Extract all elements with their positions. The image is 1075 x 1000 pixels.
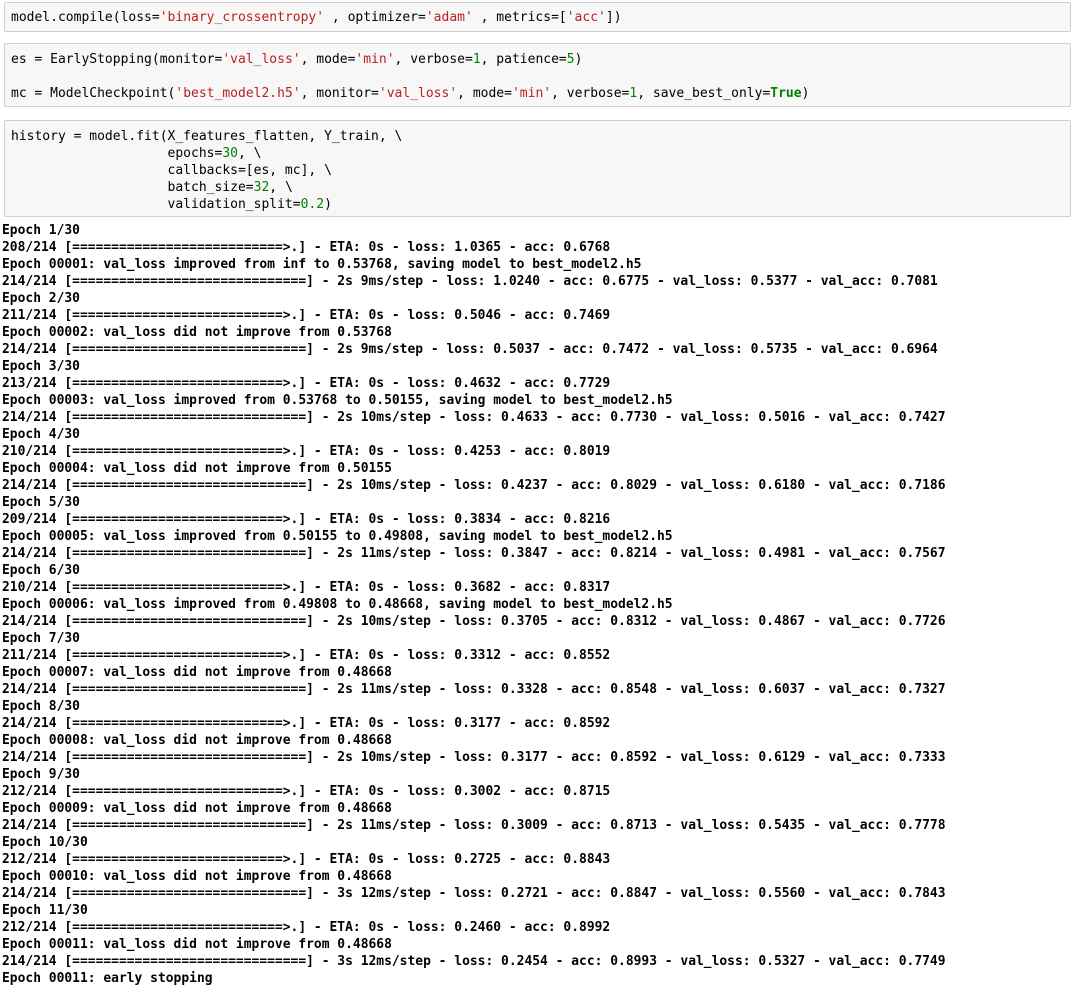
code-token: 'adam' xyxy=(425,10,473,25)
code-token: , mode= xyxy=(457,86,512,101)
code-token: , patience= xyxy=(480,52,567,67)
code-token: 32 xyxy=(253,180,270,195)
code-token: 'best_model2.h5' xyxy=(175,86,301,101)
code-token: ]) xyxy=(605,10,622,25)
output-line: Epoch 6/30 xyxy=(2,563,80,578)
code-token: 'binary_crossentropy' xyxy=(159,10,325,25)
code-line: validation_split=0.2) xyxy=(11,196,1064,213)
output-line: 214/214 [==============================]… xyxy=(2,682,946,697)
output-line: Epoch 00011: val_loss did not improve fr… xyxy=(2,937,392,952)
output-line: 210/214 [===========================>.] … xyxy=(2,444,611,459)
code-token: , monitor= xyxy=(300,86,379,101)
code-line: callbacks=[es, mc], \ xyxy=(11,162,1064,179)
code-token: validation_split= xyxy=(11,197,301,212)
output-line: Epoch 10/30 xyxy=(2,835,88,850)
output-line: Epoch 00005: val_loss improved from 0.50… xyxy=(2,529,673,544)
output-line: 214/214 [==============================]… xyxy=(2,274,938,289)
output-line: Epoch 00001: val_loss improved from inf … xyxy=(2,257,642,272)
code-token: model.compile(loss= xyxy=(11,10,160,25)
output-line: Epoch 00007: val_loss did not improve fr… xyxy=(2,665,392,680)
code-token: callbacks=[es, mc], \ xyxy=(11,163,332,178)
output-line: 214/214 [==============================]… xyxy=(2,954,946,969)
code-token: 30 xyxy=(222,146,238,161)
output-line: 214/214 [==============================]… xyxy=(2,410,946,425)
code-token: epochs= xyxy=(11,146,223,161)
code-token: , optimizer= xyxy=(324,10,426,25)
output-line: 212/214 [===========================>.] … xyxy=(2,920,611,935)
code-line: es = EarlyStopping(monitor='val_loss', m… xyxy=(11,51,1064,68)
code-token: 'min' xyxy=(511,86,552,101)
output-line: Epoch 3/30 xyxy=(2,359,80,374)
output-line: 212/214 [===========================>.] … xyxy=(2,784,611,799)
code-token: history = model.fit(X_features_flatten, … xyxy=(11,129,403,144)
output-line: Epoch 00008: val_loss did not improve fr… xyxy=(2,733,392,748)
code-token: 'min' xyxy=(355,52,395,67)
output-line: Epoch 00002: val_loss did not improve fr… xyxy=(2,325,392,340)
code-token: ) xyxy=(801,86,810,101)
code-token: 'acc' xyxy=(566,10,606,25)
code-line: history = model.fit(X_features_flatten, … xyxy=(11,128,1064,145)
code-line: model.compile(loss='binary_crossentropy'… xyxy=(11,9,1064,26)
code-token: True xyxy=(770,86,802,101)
code-token: , \ xyxy=(237,146,262,161)
output-line: 214/214 [==============================]… xyxy=(2,886,946,901)
output-line: 214/214 [==============================]… xyxy=(2,614,946,629)
code-token: es = EarlyStopping(monitor= xyxy=(11,52,223,67)
code-token: batch_size= xyxy=(11,180,254,195)
code-token: , \ xyxy=(269,180,293,195)
output-line: Epoch 00010: val_loss did not improve fr… xyxy=(2,869,392,884)
output-line: 214/214 [==============================]… xyxy=(2,750,946,765)
output-line: Epoch 11/30 xyxy=(2,903,88,918)
output-line: 212/214 [===========================>.] … xyxy=(2,852,611,867)
code-token: 0.2 xyxy=(300,197,325,212)
output-line: Epoch 00004: val_loss did not improve fr… xyxy=(2,461,392,476)
output-line: 213/214 [===========================>.] … xyxy=(2,376,611,391)
output-line: Epoch 8/30 xyxy=(2,699,80,714)
code-token: ) xyxy=(324,197,332,212)
code-token: , mode= xyxy=(300,52,356,67)
output-line: 214/214 [===========================>.] … xyxy=(2,716,611,731)
output-line: 211/214 [===========================>.] … xyxy=(2,308,611,323)
output-line: Epoch 9/30 xyxy=(2,767,80,782)
code-cell-fit[interactable]: history = model.fit(X_features_flatten, … xyxy=(4,120,1071,217)
code-cell-compile[interactable]: model.compile(loss='binary_crossentropy'… xyxy=(4,2,1071,32)
output-line: Epoch 1/30 xyxy=(2,223,80,238)
output-line: Epoch 4/30 xyxy=(2,427,80,442)
output-line: Epoch 00011: early stopping xyxy=(2,971,213,986)
output-line: 214/214 [==============================]… xyxy=(2,342,938,357)
output-line: Epoch 2/30 xyxy=(2,291,80,306)
code-line: epochs=30, \ xyxy=(11,145,1064,162)
output-line: 208/214 [===========================>.] … xyxy=(2,240,611,255)
code-cell-callbacks[interactable]: es = EarlyStopping(monitor='val_loss', m… xyxy=(4,43,1071,107)
code-token: mc = ModelCheckpoint( xyxy=(11,86,176,101)
output-line: 211/214 [===========================>.] … xyxy=(2,648,611,663)
code-token: , verbose= xyxy=(551,86,630,101)
training-output: Epoch 1/30 208/214 [=====================… xyxy=(2,222,1072,987)
output-line: 214/214 [==============================]… xyxy=(2,478,946,493)
output-line: 210/214 [===========================>.] … xyxy=(2,580,611,595)
output-line: Epoch 7/30 xyxy=(2,631,80,646)
code-token: 'val_loss' xyxy=(222,52,301,67)
output-line: 214/214 [==============================]… xyxy=(2,546,946,561)
output-line: 214/214 [==============================]… xyxy=(2,818,946,833)
code-token: 1 xyxy=(472,52,481,67)
code-token: ) xyxy=(574,52,583,67)
output-line: Epoch 00009: val_loss did not improve fr… xyxy=(2,801,392,816)
output-line: Epoch 00006: val_loss improved from 0.49… xyxy=(2,597,673,612)
code-token: 'val_loss' xyxy=(378,86,458,101)
output-line: Epoch 5/30 xyxy=(2,495,80,510)
code-token: , metrics=[ xyxy=(472,10,567,25)
code-token: , save_best_only= xyxy=(637,86,771,101)
output-line: Epoch 00003: val_loss improved from 0.53… xyxy=(2,393,673,408)
code-line: mc = ModelCheckpoint('best_model2.h5', m… xyxy=(11,85,1064,102)
output-line: 209/214 [===========================>.] … xyxy=(2,512,611,527)
code-line: batch_size=32, \ xyxy=(11,179,1064,196)
code-token: 5 xyxy=(566,52,575,67)
code-token: , verbose= xyxy=(394,52,473,67)
